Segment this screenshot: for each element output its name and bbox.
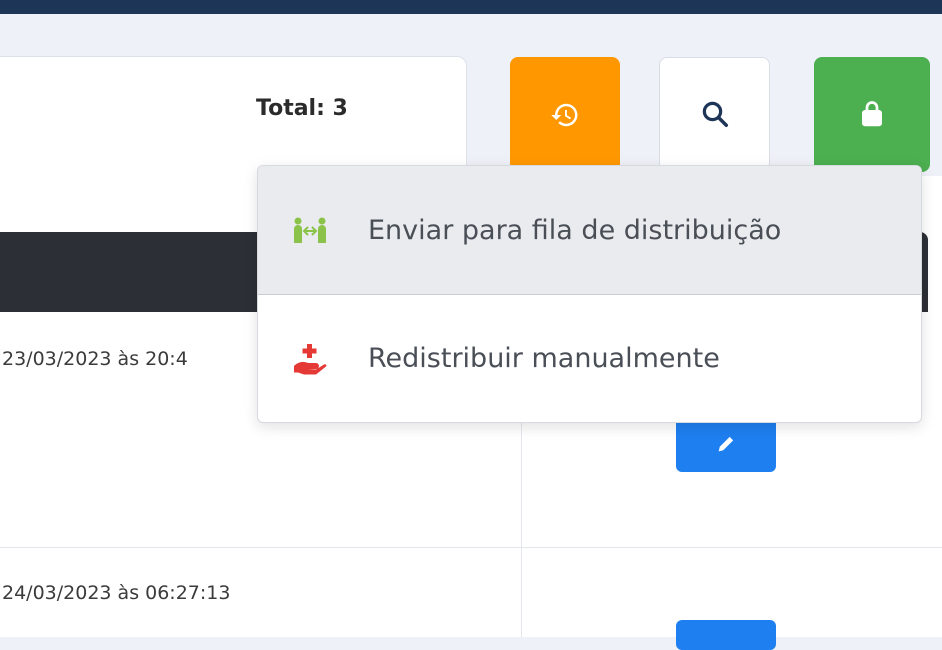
menu-item-redistribute-manually[interactable]: Redistribuir manualmente — [258, 295, 921, 422]
top-nav-bar — [0, 0, 942, 14]
edit-button[interactable] — [676, 416, 776, 472]
search-icon — [702, 101, 728, 127]
edit-icon — [718, 436, 734, 452]
distribution-queue-icon — [290, 210, 330, 250]
history-icon — [551, 103, 578, 126]
edit-button[interactable] — [676, 620, 776, 650]
bag-button[interactable] — [814, 57, 930, 172]
total-count: Total: 3 — [256, 96, 348, 121]
table-row-date: 24/03/2023 às 06:27:13 — [2, 582, 231, 604]
row-divider — [0, 547, 942, 548]
menu-item-send-to-queue[interactable]: Enviar para fila de distribuição — [258, 166, 921, 295]
actions-dropdown-menu: Enviar para fila de distribuição Redistr… — [257, 165, 922, 423]
table-row-date: 23/03/2023 às 20:4 — [2, 348, 188, 370]
menu-item-label: Redistribuir manualmente — [368, 343, 720, 374]
history-button[interactable] — [510, 57, 620, 172]
shopping-bag-icon — [862, 100, 882, 126]
search-button[interactable] — [659, 57, 770, 171]
menu-item-label: Enviar para fila de distribuição — [368, 214, 782, 246]
manual-redistribute-icon — [290, 339, 330, 379]
total-card — [0, 56, 467, 178]
